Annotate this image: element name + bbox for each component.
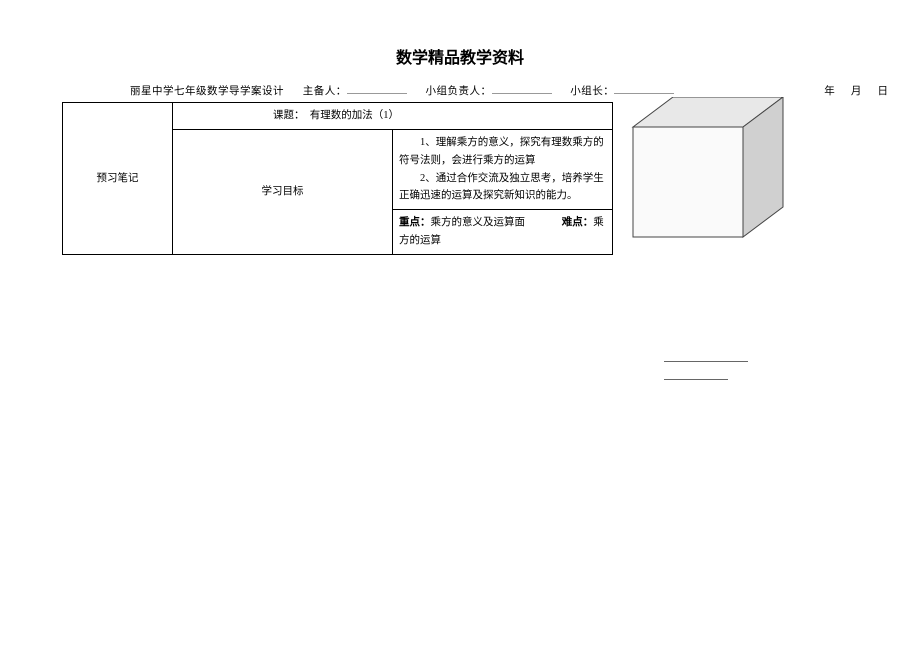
- extra-cell: [823, 103, 920, 255]
- host-blank: [347, 82, 407, 94]
- month-label: 月: [851, 86, 862, 97]
- page-title: 数学精品教学资料: [0, 0, 920, 82]
- keypoint-value: 乘方的意义及运算面: [431, 217, 526, 228]
- goal-2: 2、通过合作交流及独立思考，培养学生正确迅速的运算及探究新知识的能力。: [399, 170, 606, 206]
- team-leader-label: 小组长：: [570, 86, 614, 97]
- difficulty-label: 难点：: [562, 217, 594, 228]
- group-leader-label: 小组负责人：: [426, 86, 492, 97]
- team-leader-blank: [614, 82, 674, 94]
- bottom-blank-lines: [664, 348, 748, 384]
- left-notes-header: 预习笔记: [63, 103, 173, 255]
- blank-line-2: [664, 366, 728, 380]
- keypoints-cell: 重点：乘方的意义及运算面 难点：乘方的运算: [393, 210, 613, 255]
- topic-cell: 课题： 有理数的加法（1）: [173, 103, 613, 130]
- group-leader-blank: [492, 82, 552, 94]
- blank-line-1: [664, 348, 748, 362]
- goal-1: 1、理解乘方的意义，探究有理数乘方的符号法则，会进行乘方的运算: [399, 134, 606, 170]
- goals-body: 1、理解乘方的意义，探究有理数乘方的符号法则，会进行乘方的运算 2、通过合作交流…: [393, 129, 613, 209]
- document-table: 预习笔记 课题： 有理数的加法（1） 预习笔记 学习目标 1、理解乘方的意义，: [62, 102, 920, 255]
- cube-cell: [613, 103, 823, 255]
- school-design: 丽星中学七年级数学导学案设计: [130, 86, 284, 97]
- topic-label: 课题：: [273, 110, 305, 121]
- host-label: 主备人：: [303, 86, 347, 97]
- year-label: 年: [824, 86, 835, 97]
- day-label: 日: [878, 86, 889, 97]
- keypoint-label: 重点：: [399, 217, 431, 228]
- cube-diagram: [623, 97, 823, 254]
- goals-label-cell: 学习目标: [173, 129, 393, 254]
- topic-value: 有理数的加法（1）: [310, 110, 399, 121]
